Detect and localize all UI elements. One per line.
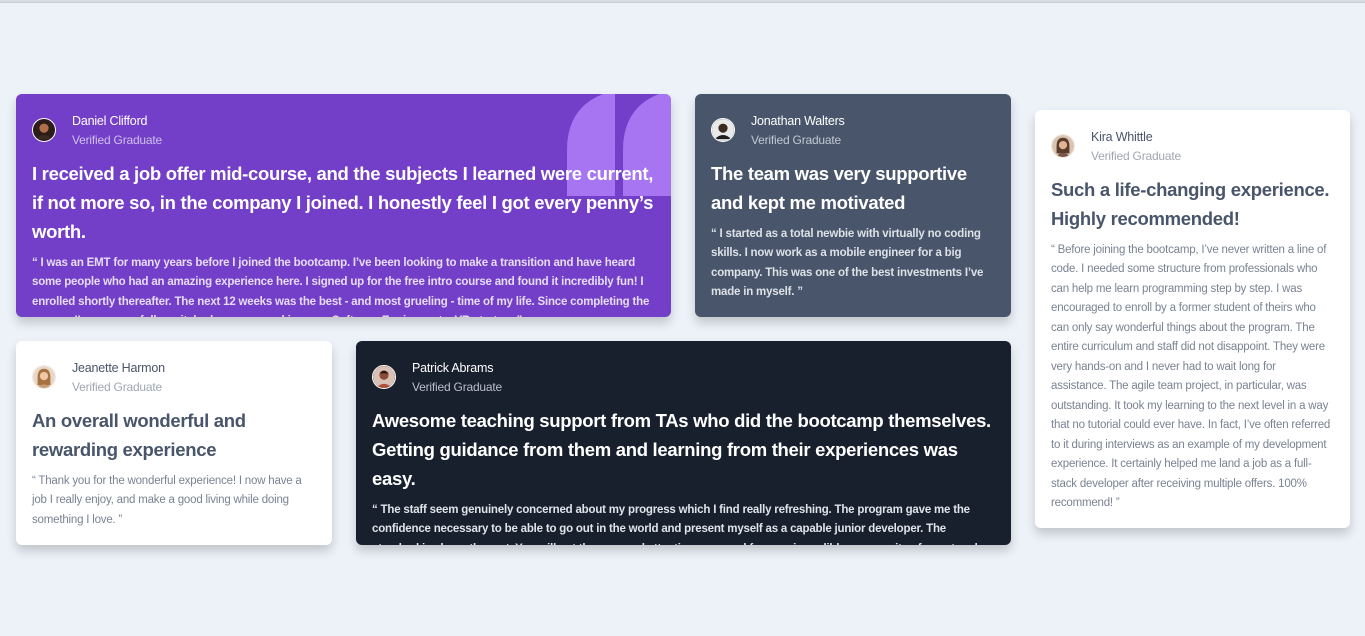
avatar [32, 118, 56, 143]
testimonial-title: An overall wonderful and rewarding exper… [32, 409, 246, 460]
testimonial-quote: “ Before joining the bootcamp, I’ve neve… [1051, 243, 1331, 510]
author-name: Jonathan Walters [751, 114, 845, 128]
author-role: Verified Graduate [1091, 148, 1181, 163]
testimonial-title: Awesome teaching support from TAs who di… [372, 409, 991, 489]
testimonial-quote: “ I was an EMT for many years before I j… [32, 256, 650, 317]
testimonial-quote: “ Thank you for the wonderful experience… [32, 474, 302, 526]
author-role: Verified Graduate [412, 379, 502, 394]
author-name: Patrick Abrams [412, 361, 494, 375]
card-header: Jonathan Walters Verified Graduate [711, 112, 995, 149]
author-role: Verified Graduate [72, 379, 162, 394]
top-border [0, 0, 1365, 3]
testimonial-quote: “ I started as a total newbie with virtu… [711, 227, 984, 299]
avatar [1051, 134, 1075, 159]
author-name: Jeanette Harmon [72, 361, 165, 375]
testimonial-card-jonathan: Jonathan Walters Verified Graduate The t… [695, 94, 1011, 317]
author-name: Kira Whittle [1091, 130, 1153, 144]
author-role: Verified Graduate [72, 132, 162, 147]
testimonial-card-patrick: Patrick Abrams Verified Graduate Awesome… [356, 341, 1011, 545]
testimonial-title: The team was very supportive and kept me… [711, 162, 967, 213]
avatar [32, 365, 56, 390]
card-header: Jeanette Harmon Verified Graduate [32, 359, 316, 396]
testimonial-title: Such a life-changing experience. Highly … [1051, 178, 1330, 229]
card-header: Daniel Clifford Verified Graduate [32, 112, 655, 149]
testimonial-title: I received a job offer mid-course, and t… [32, 162, 654, 242]
testimonial-card-jeanette: Jeanette Harmon Verified Graduate An ove… [16, 341, 332, 545]
avatar [711, 118, 735, 143]
testimonial-quote: “ The staff seem genuinely concerned abo… [372, 503, 978, 545]
card-header: Patrick Abrams Verified Graduate [372, 359, 995, 396]
testimonial-card-daniel: Daniel Clifford Verified Graduate I rece… [16, 94, 671, 317]
author-role: Verified Graduate [751, 132, 841, 147]
author-name: Daniel Clifford [72, 114, 148, 128]
avatar [372, 365, 396, 390]
card-header: Kira Whittle Verified Graduate [1051, 128, 1334, 165]
testimonial-card-kira: Kira Whittle Verified Graduate Such a li… [1035, 110, 1350, 528]
